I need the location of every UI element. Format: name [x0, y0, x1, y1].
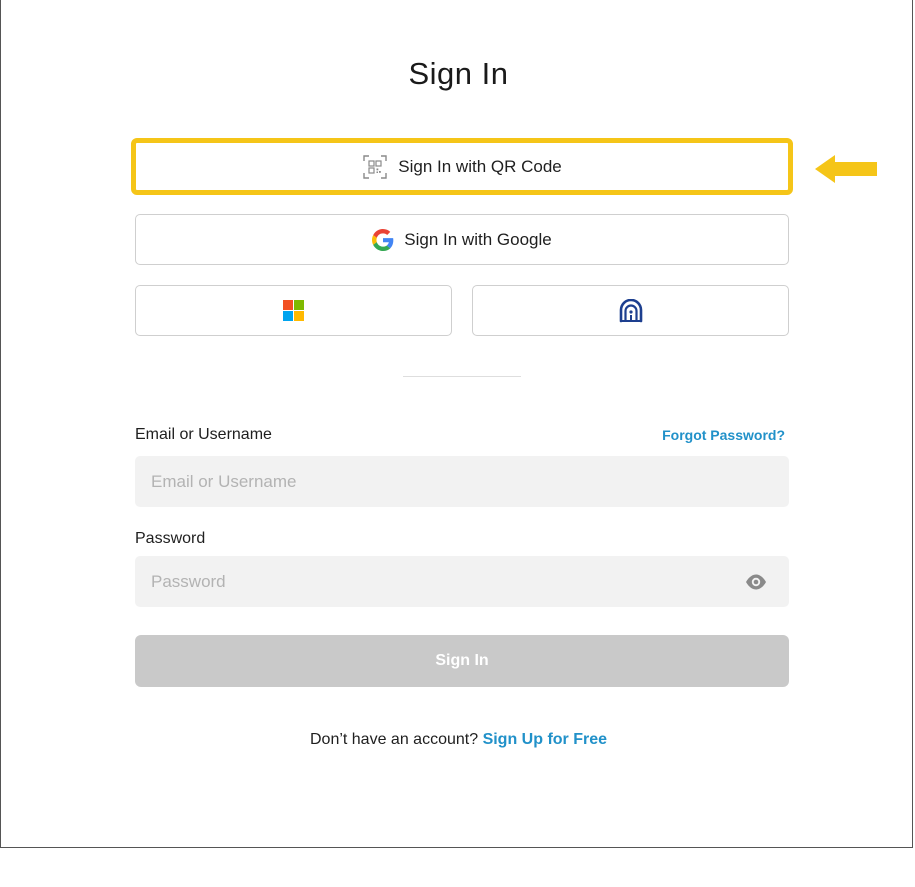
arrow-left-icon: [815, 155, 877, 183]
sign-in-card: Sign In Sign In with QR Code Sign In wit…: [0, 0, 913, 848]
microsoft-logo-icon: [283, 300, 304, 321]
email-label: Email or Username: [135, 426, 272, 443]
qr-sign-in-button[interactable]: Sign In with QR Code: [136, 143, 788, 190]
forgot-password-link[interactable]: Forgot Password?: [662, 427, 785, 443]
house-logo-icon: [619, 298, 642, 322]
partner-sign-in-button[interactable]: [472, 285, 789, 336]
signup-prompt-text: Don’t have an account?: [309, 731, 479, 748]
email-input[interactable]: [135, 456, 789, 507]
google-sign-in-label: Sign In with Google: [404, 229, 552, 249]
microsoft-sign-in-button[interactable]: [135, 285, 452, 336]
google-sign-in-button[interactable]: Sign In with Google: [135, 214, 789, 265]
signup-link[interactable]: Sign Up for Free: [483, 731, 607, 748]
signup-prompt: Don’t have an account? Sign Up for Free: [1, 731, 915, 749]
sign-in-button[interactable]: Sign In: [135, 635, 789, 687]
password-label: Password: [135, 530, 206, 547]
show-password-icon[interactable]: [745, 571, 767, 593]
qr-code-icon: [363, 154, 387, 179]
page-title: Sign In: [408, 56, 509, 91]
password-input[interactable]: [135, 556, 789, 607]
qr-sign-in-label: Sign In with QR Code: [398, 156, 562, 176]
section-divider: [403, 376, 521, 377]
google-logo-icon: [372, 228, 394, 251]
